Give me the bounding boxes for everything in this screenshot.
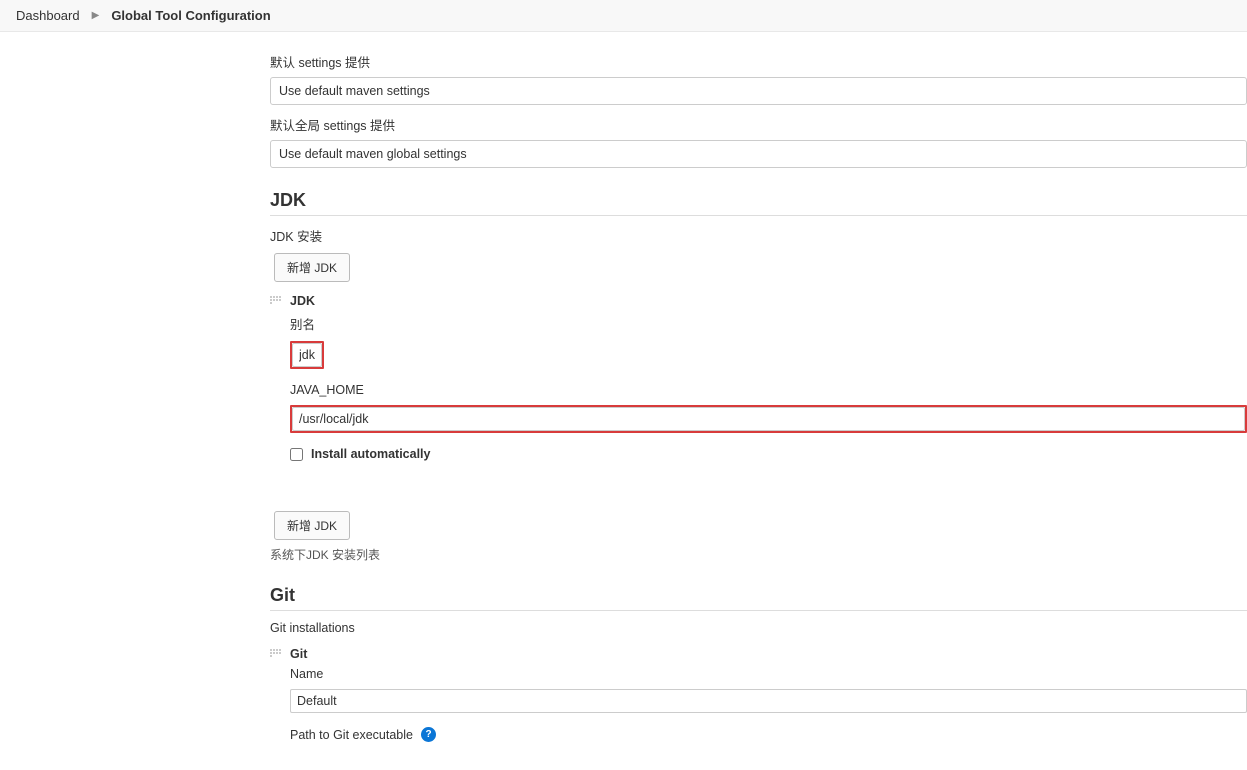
- git-path-row: Path to Git executable ?: [290, 727, 1247, 742]
- git-entry-title: Git: [290, 647, 307, 661]
- add-jdk-button-2[interactable]: 新增 JDK: [274, 511, 350, 540]
- add-jdk-button[interactable]: 新增 JDK: [274, 253, 350, 282]
- git-name-input[interactable]: [290, 689, 1247, 713]
- jdk-install-label: JDK 安装: [270, 226, 1247, 245]
- git-name-label: Name: [290, 667, 1247, 681]
- maven-default-settings-select[interactable]: Use default maven settings: [270, 77, 1247, 105]
- java-home-highlight: [290, 405, 1247, 433]
- drag-handle-icon[interactable]: [270, 649, 282, 663]
- drag-handle-icon[interactable]: [270, 296, 282, 310]
- install-auto-label: Install automatically: [311, 447, 430, 461]
- jdk-heading: JDK: [270, 190, 1247, 216]
- java-home-label: JAVA_HOME: [290, 383, 1247, 397]
- breadcrumb-current[interactable]: Global Tool Configuration: [111, 8, 270, 23]
- jdk-alias-label: 别名: [290, 314, 1247, 333]
- jdk-alias-highlight: [290, 341, 324, 369]
- chevron-right-icon: ▶: [92, 10, 100, 21]
- install-auto-checkbox[interactable]: [290, 448, 303, 461]
- help-icon[interactable]: ?: [421, 727, 436, 742]
- git-heading: Git: [270, 585, 1247, 611]
- maven-default-settings-value: Use default maven settings: [279, 84, 430, 98]
- maven-global-settings-label: 默认全局 settings 提供: [270, 115, 1247, 134]
- jdk-entry-title: JDK: [290, 294, 315, 308]
- maven-global-settings-value: Use default maven global settings: [279, 147, 467, 161]
- java-home-input[interactable]: [292, 407, 1245, 431]
- breadcrumb: Dashboard ▶ Global Tool Configuration: [0, 0, 1247, 32]
- maven-global-settings-select[interactable]: Use default maven global settings: [270, 140, 1247, 168]
- jdk-list-hint: 系统下JDK 安装列表: [270, 546, 1247, 563]
- jdk-alias-input[interactable]: [292, 343, 322, 367]
- maven-default-settings-label: 默认 settings 提供: [270, 52, 1247, 71]
- git-installations-label: Git installations: [270, 621, 1247, 635]
- git-path-label: Path to Git executable: [290, 728, 413, 742]
- breadcrumb-root[interactable]: Dashboard: [16, 8, 80, 23]
- main-content: 默认 settings 提供 Use default maven setting…: [270, 32, 1247, 770]
